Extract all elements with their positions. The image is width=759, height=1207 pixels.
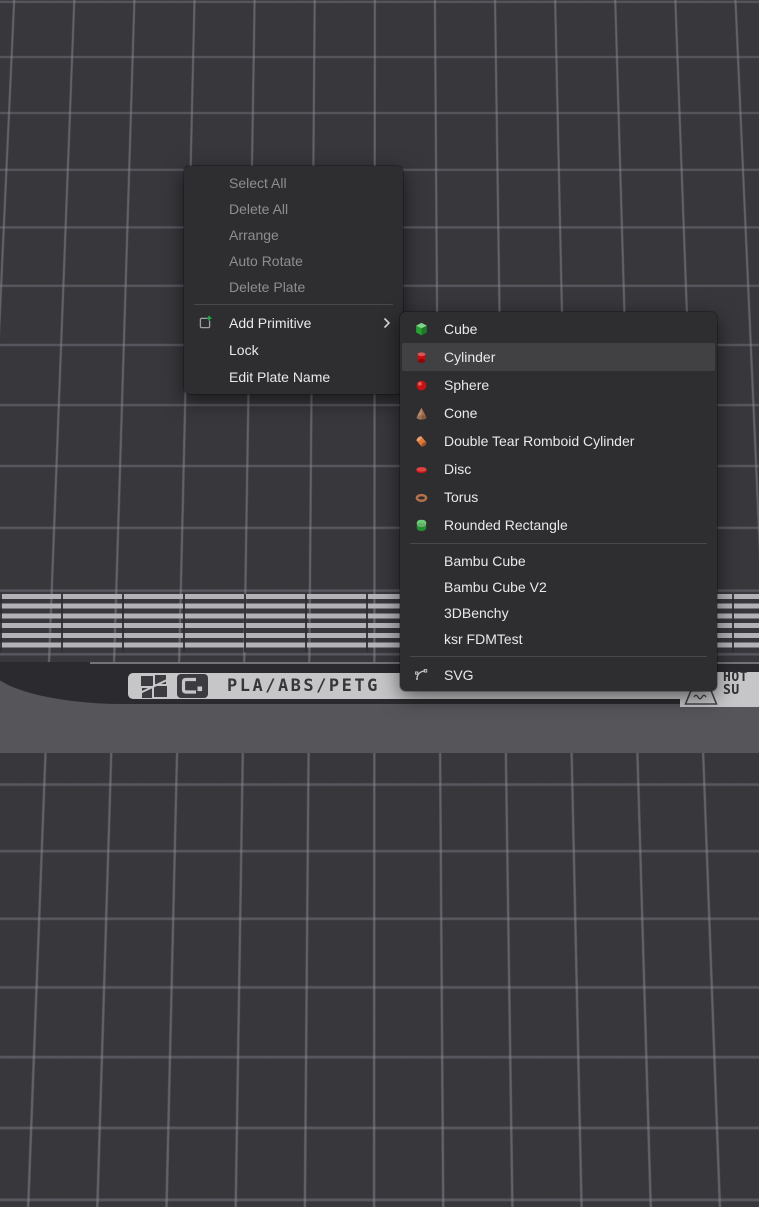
heated-bed-icon <box>684 689 718 706</box>
menu-item-lock[interactable]: Lock <box>184 336 403 363</box>
menu-item-arrange[interactable]: Arrange <box>184 222 403 248</box>
submenu-item-cylinder[interactable]: Cylinder <box>402 343 715 371</box>
plate-name-label[interactable]: PLA/ABS/PETG <box>227 676 380 696</box>
svg-bezier-icon <box>414 667 429 682</box>
menu-item-label: Add Primitive <box>229 315 311 331</box>
torus-icon <box>414 490 429 505</box>
submenu-item-3dbenchy[interactable]: 3DBenchy <box>400 600 717 626</box>
submenu-item-bambu-cube[interactable]: Bambu Cube <box>400 548 717 574</box>
add-primitive-submenu: Cube Cylinder Sphere <box>400 312 717 691</box>
menu-item-select-all[interactable]: Select All <box>184 170 403 196</box>
menu-item-add-primitive[interactable]: Add Primitive <box>184 309 403 336</box>
plate-corner-text: HOT SU <box>723 671 748 697</box>
menu-item-delete-plate[interactable]: Delete Plate <box>184 274 403 300</box>
submenu-item-label: Cone <box>444 405 477 421</box>
menu-separator <box>194 304 393 305</box>
submenu-item-svg[interactable]: SVG <box>400 661 717 688</box>
cone-icon <box>414 406 429 421</box>
submenu-item-rounded-rectangle[interactable]: Rounded Rectangle <box>400 511 717 539</box>
chevron-right-icon <box>383 317 391 329</box>
submenu-item-label: Double Tear Romboid Cylinder <box>444 433 634 449</box>
submenu-item-bambu-cube-v2[interactable]: Bambu Cube V2 <box>400 574 717 600</box>
submenu-separator <box>410 656 707 657</box>
rounded-rectangle-icon <box>414 518 429 533</box>
disc-icon <box>414 462 429 477</box>
submenu-item-cone[interactable]: Cone <box>400 399 717 427</box>
menu-item-auto-rotate[interactable]: Auto Rotate <box>184 248 403 274</box>
submenu-item-disc[interactable]: Disc <box>400 455 717 483</box>
context-menu: Select All Delete All Arrange Auto Rotat… <box>184 166 403 394</box>
sphere-icon <box>414 378 429 393</box>
submenu-separator <box>410 543 707 544</box>
submenu-item-ksr-fdmtest[interactable]: ksr FDMTest <box>400 626 717 652</box>
submenu-item-label: Torus <box>444 489 478 505</box>
plate-logo-icon[interactable] <box>177 674 208 698</box>
menu-item-edit-plate-name[interactable]: Edit Plate Name <box>184 363 403 390</box>
submenu-item-label: Cube <box>444 321 477 337</box>
submenu-item-label: Rounded Rectangle <box>444 517 568 533</box>
cylinder-icon <box>414 350 429 365</box>
submenu-item-cube[interactable]: Cube <box>400 315 717 343</box>
submenu-item-double-tear-romboid-cylinder[interactable]: Double Tear Romboid Cylinder <box>400 427 717 455</box>
submenu-item-torus[interactable]: Torus <box>400 483 717 511</box>
submenu-item-label: SVG <box>444 667 474 683</box>
add-primitive-icon <box>197 315 213 331</box>
cube-icon <box>414 322 429 337</box>
double-tear-romboid-cylinder-icon <box>414 434 429 449</box>
submenu-item-sphere[interactable]: Sphere <box>400 371 717 399</box>
submenu-item-label: Sphere <box>444 377 489 393</box>
plate-settings-icon[interactable] <box>141 675 168 698</box>
plate-corner-text-line2: SU <box>723 684 748 697</box>
submenu-item-label: Cylinder <box>444 349 495 365</box>
submenu-item-label: Disc <box>444 461 471 477</box>
menu-item-delete-all[interactable]: Delete All <box>184 196 403 222</box>
